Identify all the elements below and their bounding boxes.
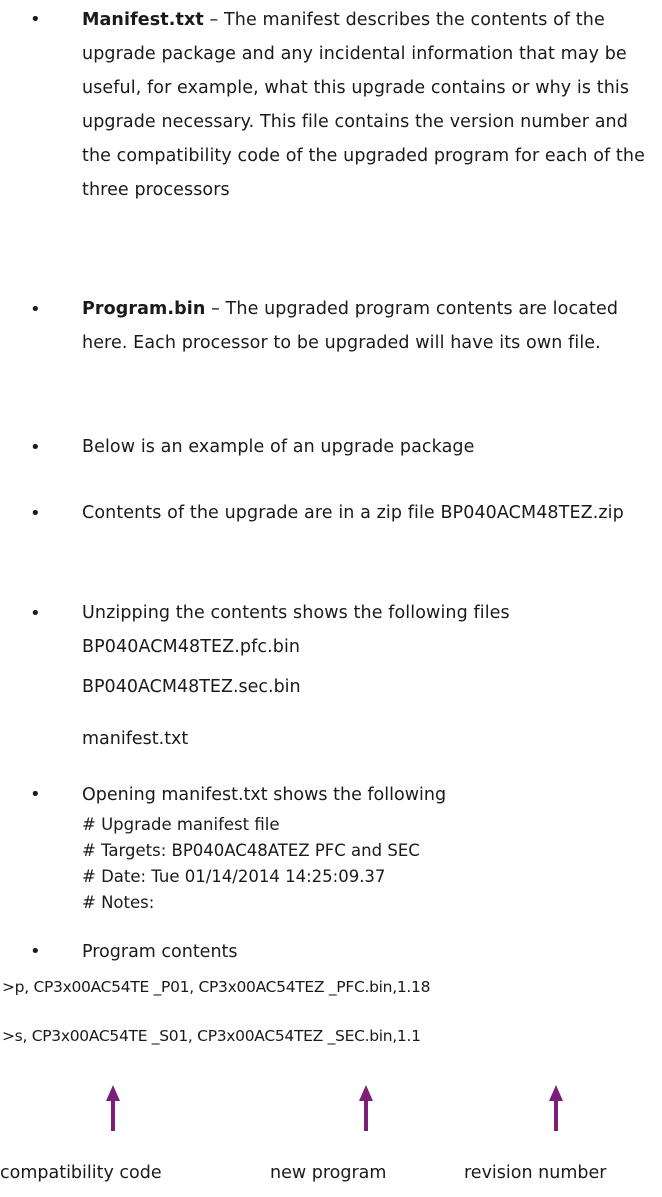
- program-line-sec: >s, CP3x00AC54TE _S01, CP3x00AC54TEZ _SE…: [2, 1027, 421, 1045]
- caption-revision-number: revision number: [464, 1163, 607, 1183]
- manifest-line: # Targets: BP040AC48ATEZ PFC and SEC: [82, 841, 420, 860]
- bullet-dot: •: [30, 784, 41, 805]
- arrow-up-icon: [359, 1085, 373, 1131]
- list-item-unzip: Unzipping the contents shows the followi…: [82, 603, 510, 657]
- bullet-dot: •: [30, 437, 41, 458]
- caption-new-program: new program: [270, 1163, 387, 1183]
- manifest-intro: Opening manifest.txt shows the following: [82, 785, 447, 805]
- term-program-bin: Program.bin: [82, 299, 206, 319]
- manifest-line: # Upgrade manifest file: [82, 815, 280, 834]
- desc-manifest: – The manifest describes the contents of…: [82, 10, 645, 200]
- bullet-dot: •: [30, 299, 41, 320]
- list-item-manifest: Manifest.txt – The manifest describes th…: [82, 3, 657, 207]
- file-manifest-txt: manifest.txt: [82, 729, 189, 749]
- caption-compatibility-code: compatibility code: [0, 1163, 162, 1183]
- term-manifest: Manifest.txt: [82, 10, 204, 30]
- program-contents-label: Program contents: [82, 942, 238, 962]
- arrow-up-icon: [549, 1085, 563, 1131]
- file-sec-bin: BP040ACM48TEZ.sec.bin: [82, 677, 301, 697]
- program-line-pfc: >p, CP3x00AC54TE _P01, CP3x00AC54TEZ _PF…: [2, 978, 431, 996]
- list-item-program-bin: Program.bin – The upgraded program conte…: [82, 292, 657, 360]
- bullet-dot: •: [30, 503, 41, 524]
- manifest-line: # Notes:: [82, 893, 155, 912]
- manifest-line: # Date: Tue 01/14/2014 14:25:09.37: [82, 867, 386, 886]
- arrow-up-icon: [106, 1085, 120, 1131]
- bullet-dot: •: [30, 9, 41, 30]
- list-item-example: Below is an example of an upgrade packag…: [82, 437, 475, 457]
- list-item-zip: Contents of the upgrade are in a zip fil…: [82, 503, 624, 523]
- bullet-dot: •: [30, 941, 41, 962]
- bullet-dot: •: [30, 603, 41, 624]
